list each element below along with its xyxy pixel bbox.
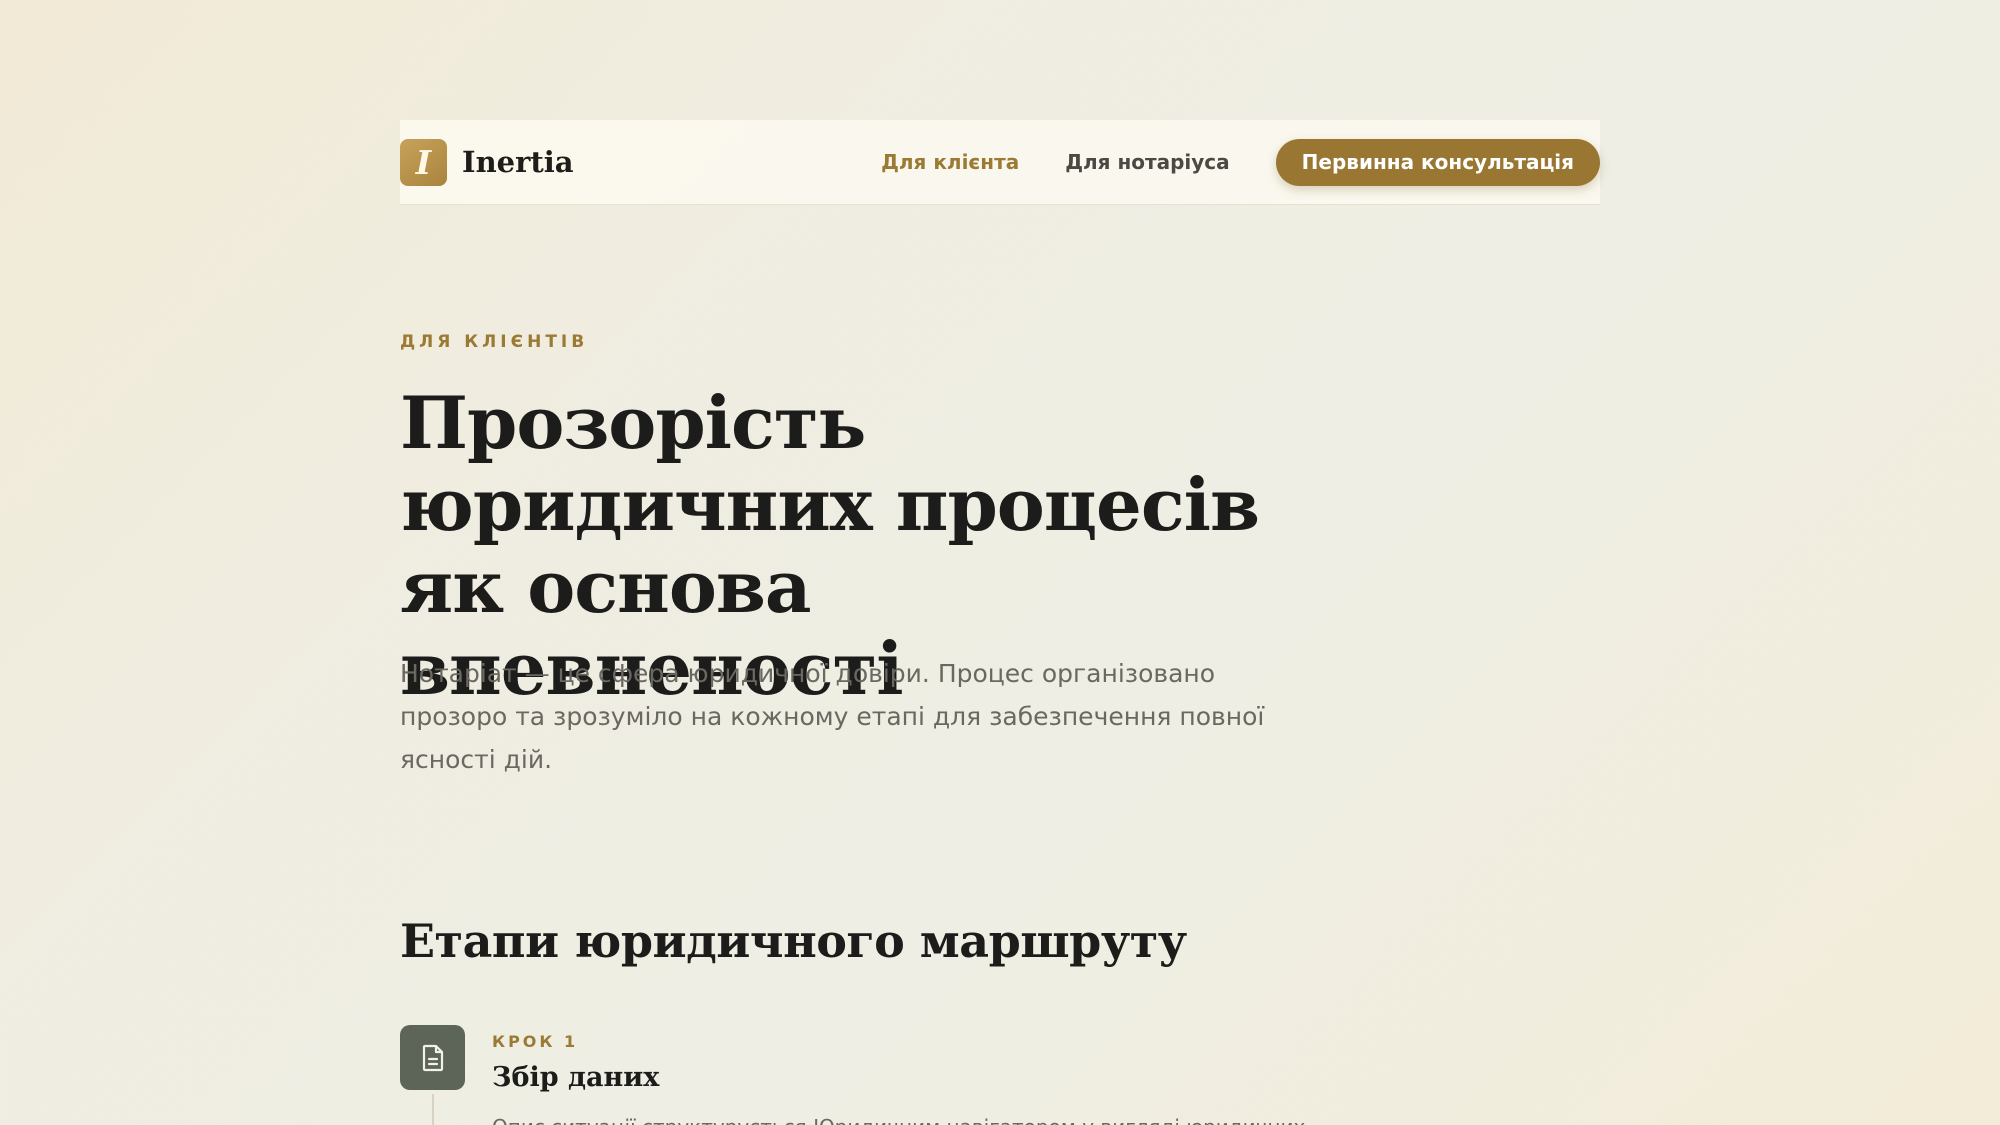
steps-list: КРОК 1 Збір даних Опис ситуації структур… xyxy=(400,0,1600,1125)
document-icon xyxy=(400,1025,465,1090)
step-description: Опис ситуації структурується Юридичним н… xyxy=(492,1112,1452,1125)
step-connector xyxy=(432,1094,434,1125)
step-title: Збір даних xyxy=(492,1062,660,1093)
step-label: КРОК 1 xyxy=(492,1032,579,1051)
